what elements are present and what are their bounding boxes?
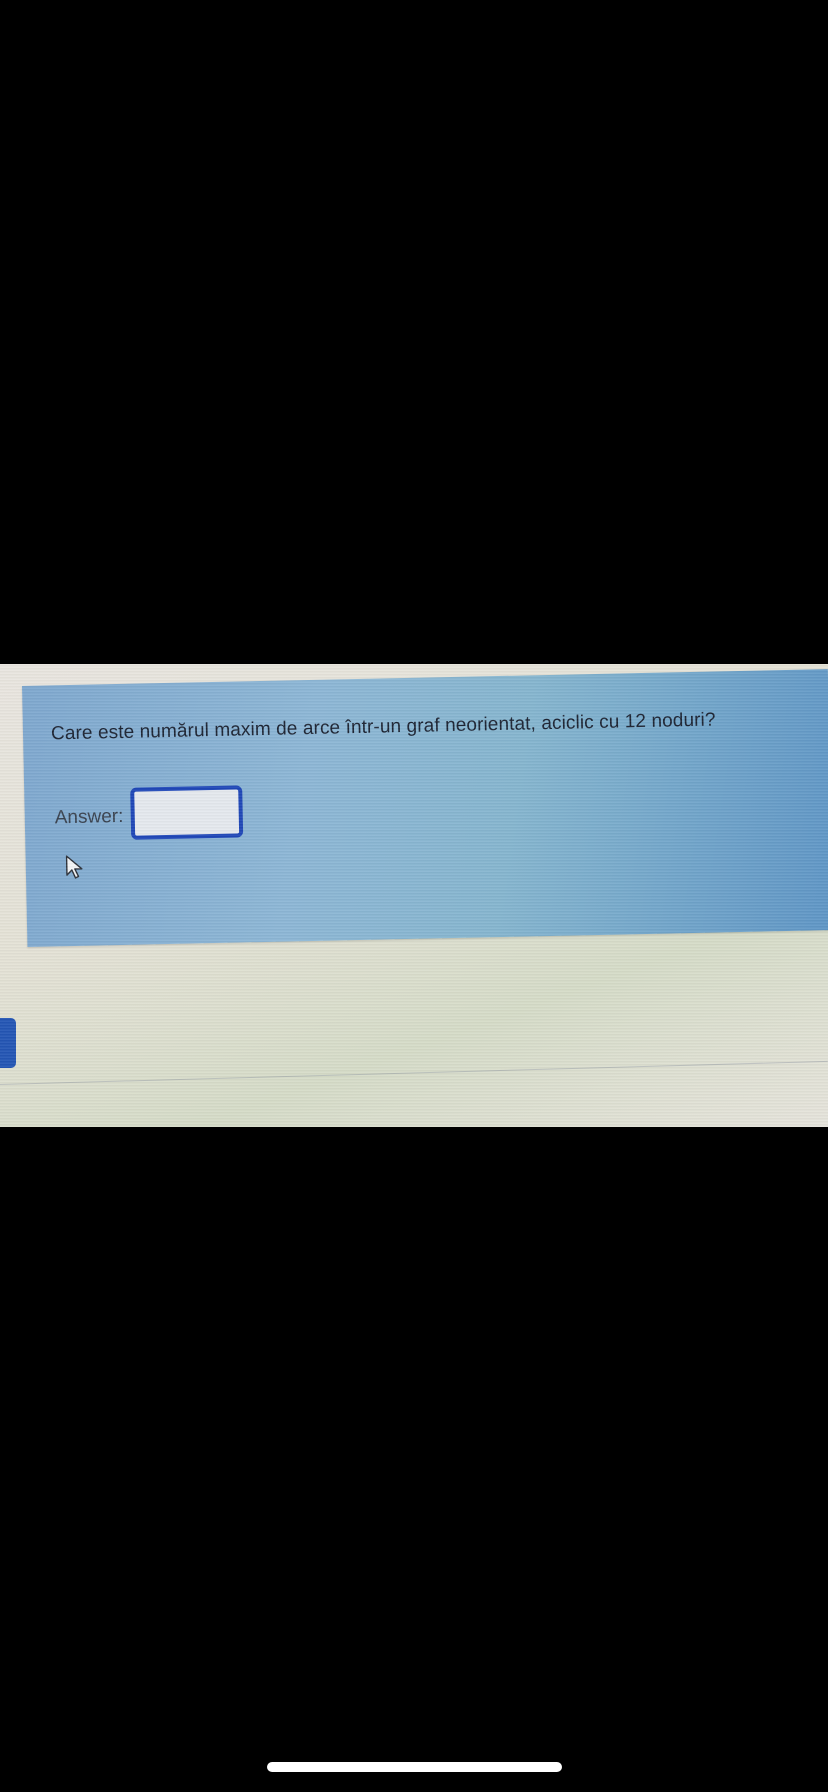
answer-label: Answer: bbox=[54, 805, 124, 829]
home-indicator[interactable] bbox=[267, 1762, 562, 1772]
mouse-pointer-icon bbox=[65, 855, 83, 879]
divider bbox=[0, 1060, 828, 1085]
question-text: Care este numărul maxim de arce într-un … bbox=[50, 709, 716, 745]
side-tab[interactable] bbox=[0, 1018, 16, 1068]
answer-input[interactable] bbox=[130, 785, 244, 840]
phone-screen: Care este numărul maxim de arce într-un … bbox=[0, 0, 828, 1792]
photographed-monitor: Care este numărul maxim de arce într-un … bbox=[0, 664, 828, 1127]
question-panel: Care este numărul maxim de arce într-un … bbox=[22, 669, 828, 947]
